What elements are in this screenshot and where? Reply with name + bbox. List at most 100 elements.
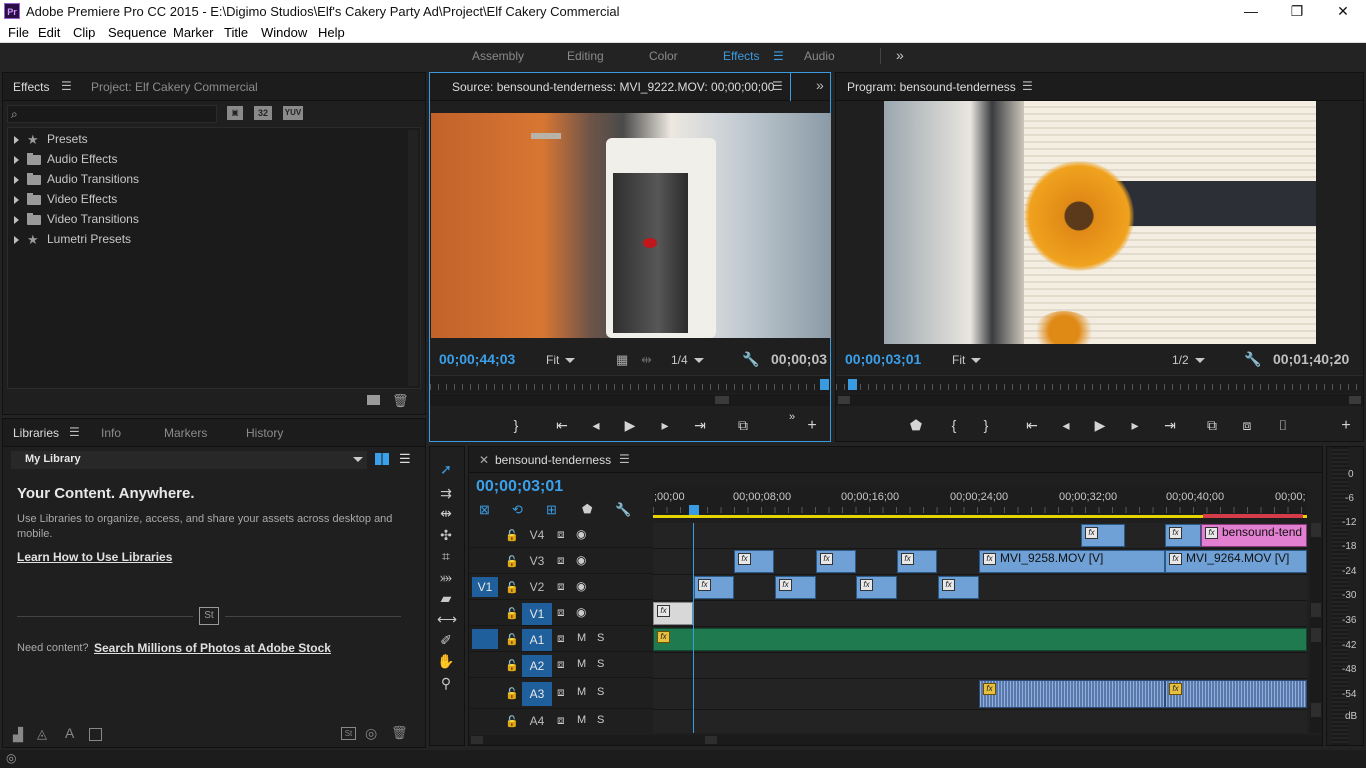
clip-v4-1[interactable]: fx — [1081, 524, 1125, 547]
nest-icon[interactable]: ⊞ — [546, 502, 557, 518]
menu-file[interactable]: File — [8, 25, 29, 40]
selection-tool-icon[interactable]: ➚ — [437, 461, 455, 478]
lock-icon[interactable]: 🔓 — [505, 633, 519, 646]
source-overflow-icon[interactable]: » — [816, 77, 824, 93]
program-panel-menu-icon[interactable]: ☰ — [1022, 79, 1033, 93]
mute-button[interactable]: M — [577, 658, 586, 670]
sync-lock-icon[interactable]: ⧈ — [557, 713, 565, 728]
sequence-tab[interactable]: bensound-tenderness — [495, 453, 611, 467]
add-marker-icon[interactable]: ⬟ — [906, 417, 926, 434]
minimize-button[interactable]: — — [1228, 0, 1274, 23]
mark-in-icon[interactable]: { — [944, 417, 964, 433]
tree-item-lumetri-presets[interactable]: ★ Lumetri Presets — [14, 232, 131, 252]
timeline-horizontal-scrollbar[interactable] — [469, 735, 1322, 745]
tab-history[interactable]: History — [246, 426, 283, 440]
tree-item-presets[interactable]: ★ Presets — [14, 132, 88, 152]
source-time-ruler[interactable] — [430, 375, 830, 393]
lock-icon[interactable]: 🔓 — [505, 659, 519, 672]
expand-icon[interactable] — [14, 235, 19, 244]
source-fit-select[interactable]: Fit — [546, 353, 577, 367]
eye-icon[interactable]: ◉ — [576, 553, 586, 567]
menu-sequence[interactable]: Sequence — [108, 25, 167, 40]
program-playhead[interactable] — [848, 379, 857, 390]
solo-button[interactable]: S — [597, 632, 604, 644]
clip-v4-2[interactable]: fx — [1165, 524, 1201, 547]
scroll-handle[interactable] — [1311, 523, 1321, 537]
track-label-v1[interactable]: V1 — [522, 603, 552, 625]
clip-v2-1[interactable]: fx — [694, 576, 734, 599]
eye-icon[interactable]: ◉ — [576, 579, 586, 593]
timeline-panel-menu-icon[interactable]: ☰ — [619, 452, 630, 466]
scroll-handle[interactable] — [1311, 628, 1321, 642]
sync-lock-icon[interactable]: ⧈ — [557, 579, 565, 594]
sync-lock-icon[interactable]: ⧈ — [557, 605, 565, 620]
zoom-handle-right[interactable] — [1349, 396, 1361, 404]
accelerated-effects-icon[interactable]: ▣ — [227, 106, 243, 120]
button-editor-icon[interactable]: + — [802, 417, 822, 435]
timeline-timecode[interactable]: 00;00;03;01 — [476, 478, 563, 496]
effects-panel-menu-icon[interactable]: ☰ — [61, 79, 72, 93]
tree-item-video-effects[interactable]: Video Effects — [14, 192, 117, 212]
track-content[interactable]: fx fx fx bensound-tend fx fx fx fx MVI_925… — [653, 523, 1307, 733]
effects-scrollbar[interactable] — [408, 130, 418, 386]
track-label-a2[interactable]: A2 — [522, 655, 552, 677]
program-zoom-bar[interactable] — [836, 394, 1363, 406]
sync-lock-icon[interactable]: ⧈ — [557, 657, 565, 672]
program-monitor-title[interactable]: Program: bensound-tenderness — [847, 80, 1016, 94]
extract-icon[interactable]: ⧈ — [1237, 417, 1257, 434]
workspace-editing[interactable]: Editing — [567, 49, 604, 63]
solo-button[interactable]: S — [597, 686, 604, 698]
eye-icon[interactable]: ◉ — [576, 605, 586, 619]
menu-help[interactable]: Help — [318, 25, 345, 40]
expand-icon[interactable] — [14, 175, 19, 184]
zoom-handle-left[interactable] — [838, 396, 850, 404]
clip-v1-1[interactable]: fx — [653, 602, 693, 625]
source-timecode[interactable]: 00;00;44;03 — [439, 351, 515, 367]
clip-v2-4[interactable]: fx — [938, 576, 979, 599]
source-panel-menu-icon[interactable]: ☰ — [772, 79, 783, 93]
linked-selection-icon[interactable]: ⟲ — [512, 502, 523, 518]
controls-overflow-icon[interactable]: » — [782, 411, 802, 423]
source-patch-a1[interactable] — [472, 629, 498, 649]
source-patch-v1[interactable]: V1 — [472, 577, 498, 597]
new-bin-icon[interactable] — [367, 395, 380, 405]
timeline-playhead-handle[interactable] — [689, 505, 699, 515]
solo-button[interactable]: S — [597, 714, 604, 726]
add-layer-style-icon[interactable] — [89, 728, 102, 741]
source-zoom-bar[interactable] — [430, 394, 830, 406]
button-editor-icon[interactable]: + — [1336, 417, 1356, 435]
menu-marker[interactable]: Marker — [173, 25, 213, 40]
menu-edit[interactable]: Edit — [38, 25, 60, 40]
scroll-handle-right[interactable] — [705, 736, 717, 744]
tab-markers[interactable]: Markers — [164, 426, 207, 440]
close-sequence-icon[interactable]: ✕ — [479, 453, 489, 467]
source-monitor-title[interactable]: Source: bensound-tenderness: MVI_9222.MO… — [452, 80, 774, 94]
step-forward-icon[interactable]: ▸ — [655, 417, 675, 434]
clip-a1-audio[interactable]: fx — [653, 628, 1307, 651]
menu-window[interactable]: Window — [261, 25, 307, 40]
tree-item-audio-effects[interactable]: Audio Effects — [14, 152, 118, 172]
add-text-icon[interactable]: A — [65, 725, 74, 741]
slip-tool-icon[interactable]: ▰ — [437, 590, 455, 607]
source-resolution-select[interactable]: 1/4 — [671, 353, 704, 367]
tab-info[interactable]: Info — [101, 426, 121, 440]
eye-icon[interactable]: ◉ — [576, 527, 586, 541]
clip-v4-pink[interactable]: fx bensound-tend — [1201, 524, 1307, 547]
add-marker-icon[interactable]: ⬟ — [582, 502, 592, 516]
menu-title[interactable]: Title — [224, 25, 248, 40]
ripple-edit-tool-icon[interactable]: ⇹ — [437, 505, 455, 522]
zoom-tool-icon[interactable]: ⚲ — [437, 675, 455, 692]
track-label-a4[interactable]: A4 — [522, 714, 552, 730]
track-label-v2[interactable]: V2 — [522, 580, 552, 596]
slide-tool-icon[interactable]: ⟷ — [437, 611, 457, 628]
clip-v3-3[interactable]: fx — [897, 550, 937, 573]
track-select-tool-icon[interactable]: ⇉ — [437, 485, 455, 502]
go-to-in-icon[interactable]: ⇤ — [552, 417, 572, 434]
library-dropdown[interactable]: My Library — [11, 451, 367, 469]
hand-tool-icon[interactable]: ✋ — [437, 653, 455, 670]
workspace-color[interactable]: Color — [649, 49, 678, 63]
source-video-frame[interactable] — [431, 113, 831, 338]
stock-search-icon[interactable]: St — [341, 727, 356, 740]
workspace-menu-icon[interactable]: ☰ — [773, 49, 784, 63]
clip-v3-1[interactable]: fx — [734, 550, 774, 573]
